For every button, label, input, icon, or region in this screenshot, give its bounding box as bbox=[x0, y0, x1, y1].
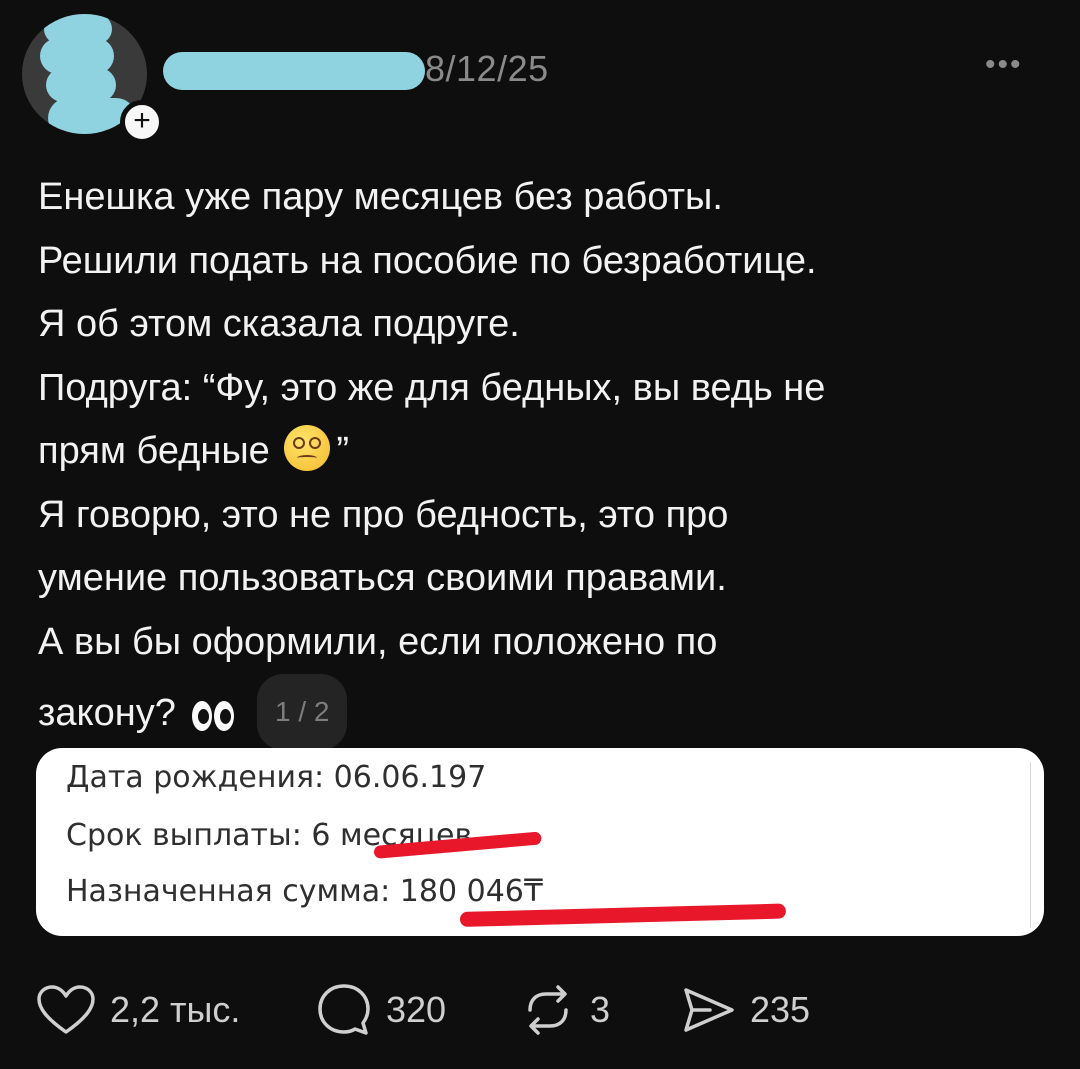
follow-button[interactable]: + bbox=[120, 100, 164, 144]
image-edge bbox=[1030, 762, 1044, 928]
avatar-area[interactable]: + bbox=[22, 14, 164, 144]
repost-count: 3 bbox=[590, 989, 611, 1030]
heart-icon bbox=[37, 985, 95, 1034]
post-line: А вы бы оформили, если положено по bbox=[38, 620, 718, 663]
eyes-emoji-icon bbox=[192, 688, 236, 752]
post-line: Енешка уже пару месяцев без работы. bbox=[38, 176, 723, 218]
send-icon bbox=[684, 988, 734, 1032]
post-line: Подруга: “Фу, это же для бедных, вы ведь… bbox=[38, 366, 826, 409]
action-bar: 2,2 тыс. 320 3 235 bbox=[0, 980, 1080, 1040]
repost-button[interactable]: 3 bbox=[520, 980, 610, 1040]
more-options-button[interactable]: ••• bbox=[985, 48, 1023, 82]
post-line-text: закону? bbox=[38, 692, 176, 734]
post: + 8/12/25 ••• Енешка уже пару месяцев бе… bbox=[0, 0, 1080, 1069]
share-button[interactable]: 235 bbox=[680, 980, 810, 1040]
avatar-redaction bbox=[46, 68, 116, 102]
post-text: Енешка уже пару месяцев без работы. Реши… bbox=[38, 166, 1048, 752]
post-line: Я говорю, это не про бедность, это про bbox=[38, 493, 729, 536]
dizzy-face-emoji-icon bbox=[284, 425, 331, 471]
repost-icon bbox=[528, 985, 568, 1035]
post-line: Решили подать на пособие по безработице. bbox=[38, 239, 817, 282]
birth-date-text: Дата рождения: 06.06.197 bbox=[66, 760, 487, 795]
comment-count: 320 bbox=[386, 989, 447, 1030]
amount-text: Назначенная сумма: 180 046₸ bbox=[66, 874, 543, 909]
post-line: Я об этом сказала подруге. bbox=[38, 303, 520, 345]
post-line: умение пользоваться своими правами. bbox=[38, 557, 727, 599]
post-date: 8/12/25 bbox=[425, 48, 549, 89]
post-line-text: ” bbox=[336, 430, 350, 472]
share-count: 235 bbox=[750, 989, 811, 1030]
attached-image[interactable]: Дата рождения: 06.06.197 Срок выплаты: 6… bbox=[36, 748, 1044, 936]
username-redacted[interactable] bbox=[163, 52, 425, 90]
post-line-text: прям бедные bbox=[38, 430, 270, 472]
like-count: 2,2 тыс. bbox=[110, 989, 241, 1030]
post-line: закону? 1 / 2 bbox=[38, 674, 1048, 752]
post-line: прям бедные ” bbox=[38, 420, 1048, 484]
like-button[interactable]: 2,2 тыс. bbox=[36, 980, 240, 1040]
comment-bubble-icon bbox=[318, 984, 370, 1035]
comment-button[interactable]: 320 bbox=[316, 980, 446, 1040]
page-indicator: 1 / 2 bbox=[257, 674, 348, 750]
